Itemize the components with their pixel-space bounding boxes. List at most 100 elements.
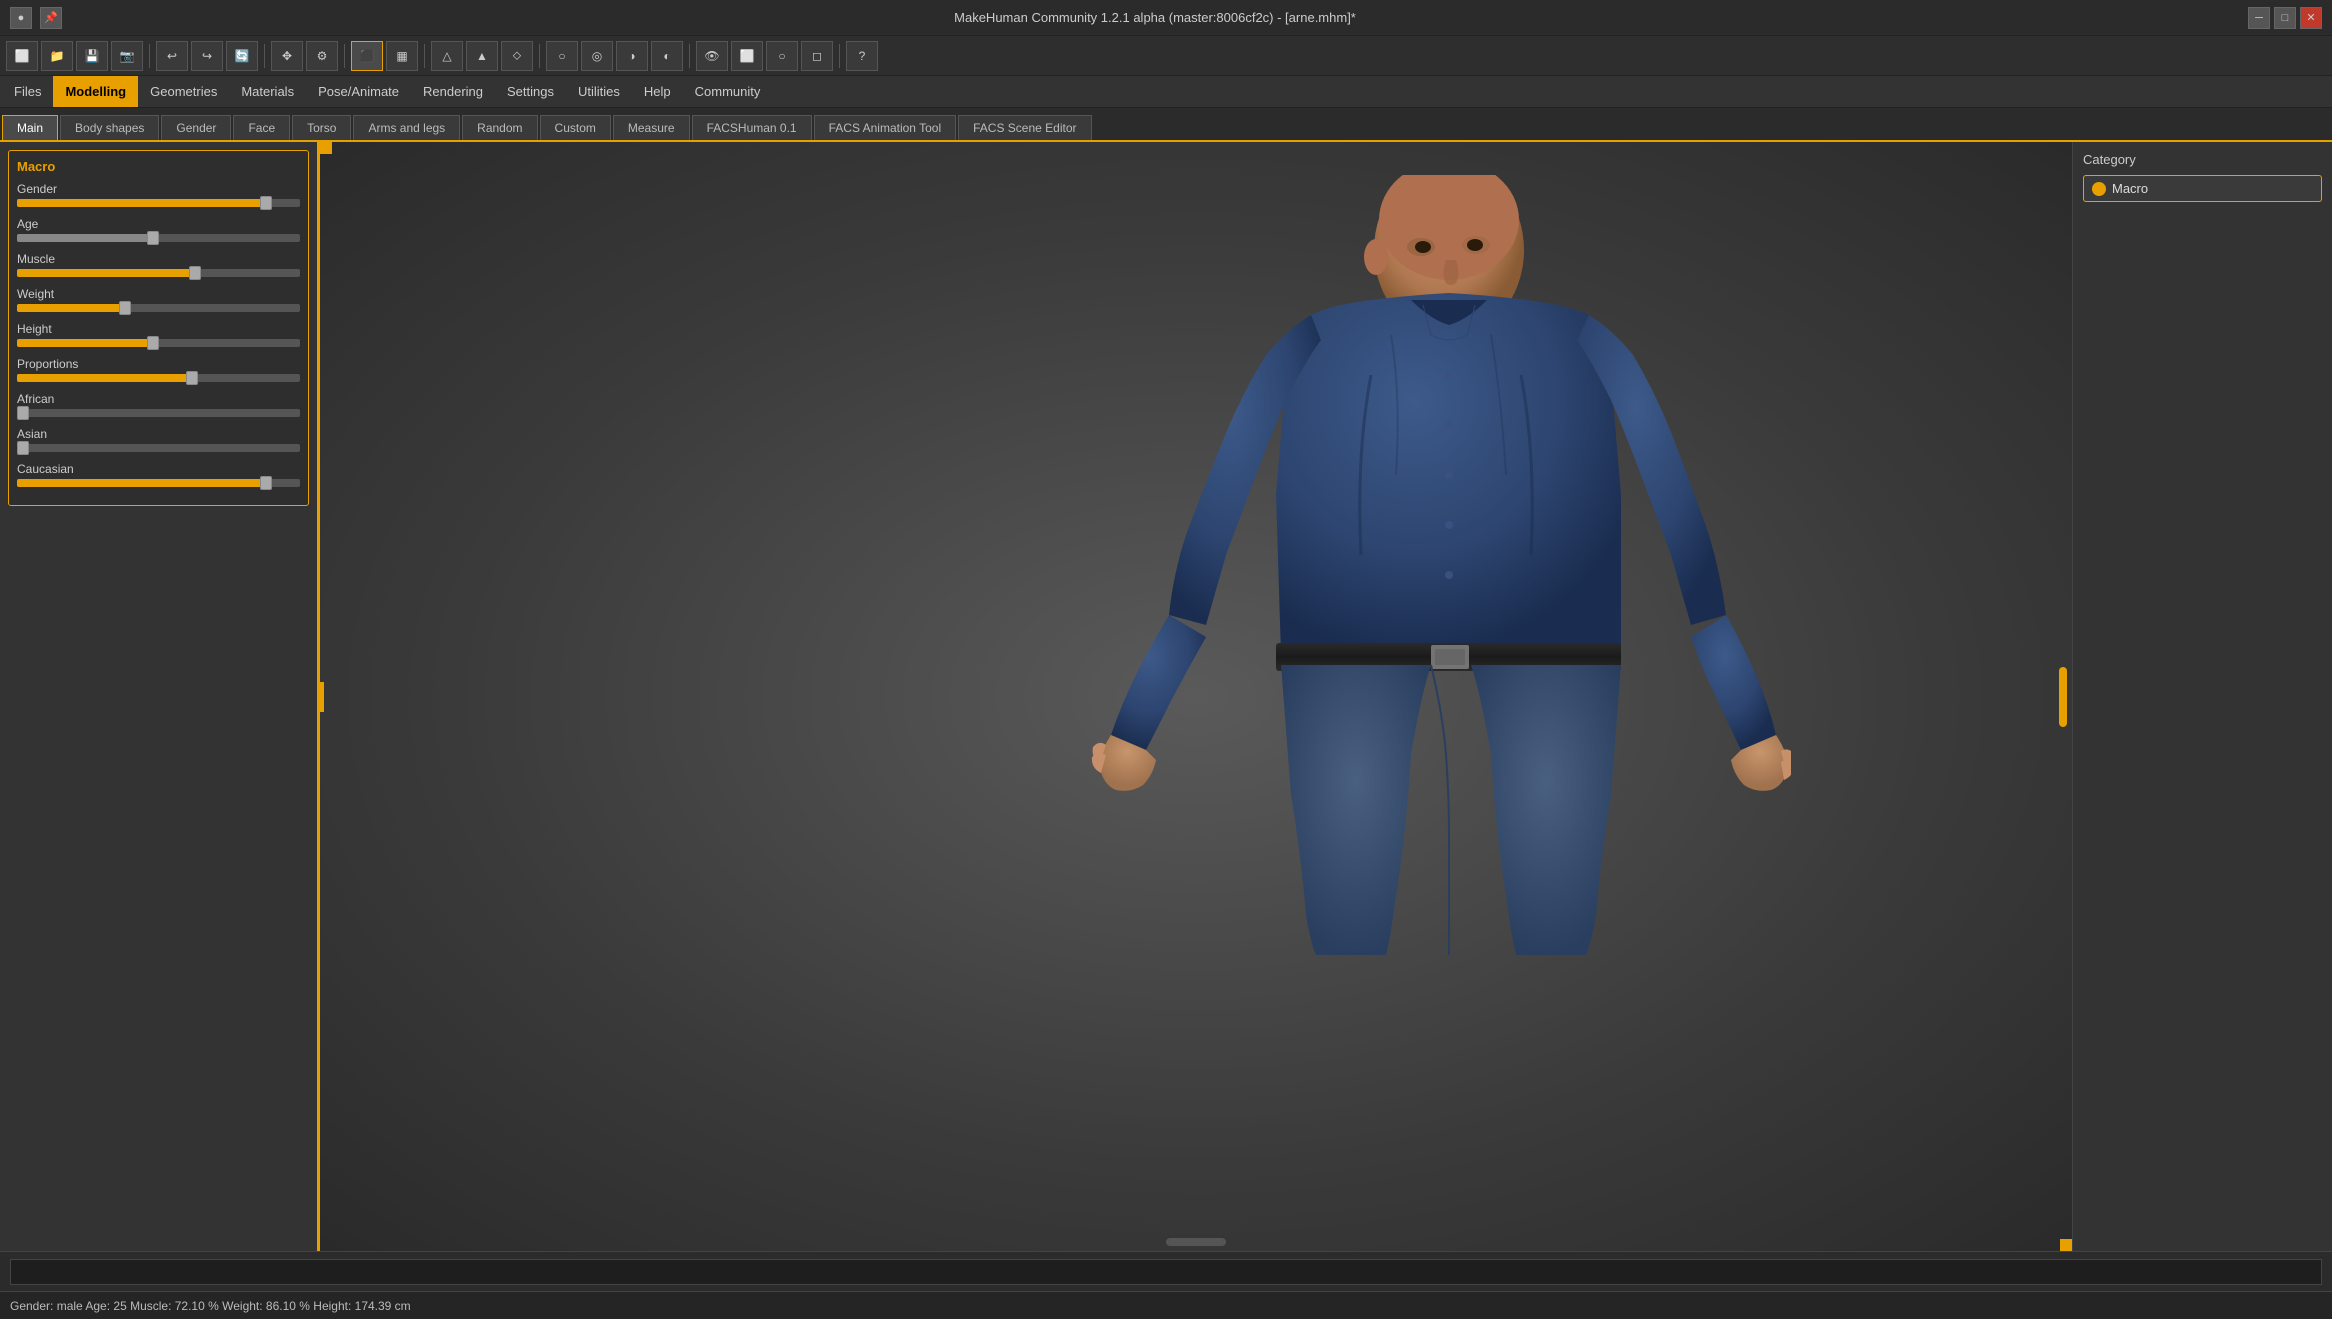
undo-button[interactable]: ↩ xyxy=(156,41,188,71)
sphere2-button[interactable]: ◎ xyxy=(581,41,613,71)
age-label: Age xyxy=(17,217,300,231)
tab-gender[interactable]: Gender xyxy=(161,115,231,140)
rotate-tool[interactable]: ⚙ xyxy=(306,41,338,71)
tri2-button[interactable]: ▲ xyxy=(466,41,498,71)
caucasian-thumb[interactable] xyxy=(260,476,272,490)
new-button[interactable]: ⬜ xyxy=(6,41,38,71)
separator4 xyxy=(424,44,425,68)
menu-files[interactable]: Files xyxy=(2,76,53,107)
grid-button[interactable]: ⬛ xyxy=(351,41,383,71)
square2-button[interactable]: ◻ xyxy=(801,41,833,71)
menu-materials[interactable]: Materials xyxy=(229,76,306,107)
proportions-track[interactable] xyxy=(17,374,300,382)
main-content: Macro Gender Age Muscle xyxy=(0,142,2332,1251)
tab-face[interactable]: Face xyxy=(233,115,290,140)
app-logo-button[interactable]: ● xyxy=(10,7,32,29)
redo-button[interactable]: ↪ xyxy=(191,41,223,71)
caucasian-track[interactable] xyxy=(17,479,300,487)
window-title: MakeHuman Community 1.2.1 alpha (master:… xyxy=(62,10,2248,25)
menu-pose-animate[interactable]: Pose/Animate xyxy=(306,76,411,107)
tab-main[interactable]: Main xyxy=(2,115,58,140)
info-input[interactable] xyxy=(10,1259,2322,1285)
save-button[interactable]: 💾 xyxy=(76,41,108,71)
gender-thumb[interactable] xyxy=(260,196,272,210)
viewport-scrollbar[interactable] xyxy=(2059,667,2067,727)
asian-thumb[interactable] xyxy=(17,441,29,455)
asian-label: Asian xyxy=(17,427,300,441)
height-thumb[interactable] xyxy=(147,336,159,350)
asian-track[interactable] xyxy=(17,444,300,452)
tab-facshuman[interactable]: FACSHuman 0.1 xyxy=(692,115,812,140)
menu-help[interactable]: Help xyxy=(632,76,683,107)
sphere1-button[interactable]: ○ xyxy=(546,41,578,71)
3d-viewport[interactable] xyxy=(320,142,2072,1251)
viewport-corner-tl xyxy=(320,142,332,154)
title-bar: ● 📌 MakeHuman Community 1.2.1 alpha (mas… xyxy=(0,0,2332,36)
menu-rendering[interactable]: Rendering xyxy=(411,76,495,107)
open-button[interactable]: 📁 xyxy=(41,41,73,71)
muscle-thumb[interactable] xyxy=(189,266,201,280)
proportions-thumb[interactable] xyxy=(186,371,198,385)
age-thumb[interactable] xyxy=(147,231,159,245)
muscle-slider-group: Muscle xyxy=(17,252,300,277)
african-track[interactable] xyxy=(17,409,300,417)
box2-button[interactable]: ⬜ xyxy=(731,41,763,71)
refresh-button[interactable]: 🔄 xyxy=(226,41,258,71)
height-fill xyxy=(17,339,153,347)
tab-torso[interactable]: Torso xyxy=(292,115,351,140)
menu-utilities[interactable]: Utilities xyxy=(566,76,632,107)
screenshot-button[interactable]: 📷 xyxy=(111,41,143,71)
tri1-button[interactable]: △ xyxy=(431,41,463,71)
tab-facs-scene[interactable]: FACS Scene Editor xyxy=(958,115,1091,140)
pin-button[interactable]: 📌 xyxy=(40,7,62,29)
category-macro-item[interactable]: Macro xyxy=(2083,175,2322,202)
height-slider-group: Height xyxy=(17,322,300,347)
grid2-button[interactable]: ▦ xyxy=(386,41,418,71)
menu-geometries[interactable]: Geometries xyxy=(138,76,229,107)
muscle-label: Muscle xyxy=(17,252,300,266)
sphere4-button[interactable]: ◐ xyxy=(651,41,683,71)
category-macro-label: Macro xyxy=(2112,181,2148,196)
height-track[interactable] xyxy=(17,339,300,347)
weight-slider-group: Weight xyxy=(17,287,300,312)
menu-modelling[interactable]: Modelling xyxy=(53,76,138,107)
tri3-button[interactable]: ⬦ xyxy=(501,41,533,71)
info-bar xyxy=(0,1251,2332,1291)
tab-custom[interactable]: Custom xyxy=(540,115,611,140)
african-thumb[interactable] xyxy=(17,406,29,420)
gender-track[interactable] xyxy=(17,199,300,207)
move-tool[interactable]: ✥ xyxy=(271,41,303,71)
tab-measure[interactable]: Measure xyxy=(613,115,690,140)
gender-label: Gender xyxy=(17,182,300,196)
age-track[interactable] xyxy=(17,234,300,242)
sphere3-button[interactable]: ◑ xyxy=(616,41,648,71)
separator7 xyxy=(839,44,840,68)
weight-track[interactable] xyxy=(17,304,300,312)
caucasian-fill xyxy=(17,479,266,487)
asian-slider-group: Asian xyxy=(17,427,300,452)
minimize-button[interactable]: ─ xyxy=(2248,7,2270,29)
tab-body-shapes[interactable]: Body shapes xyxy=(60,115,159,140)
menubar: Files Modelling Geometries Materials Pos… xyxy=(0,76,2332,108)
muscle-track[interactable] xyxy=(17,269,300,277)
maximize-button[interactable]: □ xyxy=(2274,7,2296,29)
viewport-hscrollbar[interactable] xyxy=(1166,1238,1226,1246)
separator3 xyxy=(344,44,345,68)
viewport-edge-left xyxy=(320,682,324,712)
help-button[interactable]: ? xyxy=(846,41,878,71)
macro-panel: Macro Gender Age Muscle xyxy=(8,150,309,506)
close-button[interactable]: ✕ xyxy=(2300,7,2322,29)
right-panel: Category Macro xyxy=(2072,142,2332,1251)
eye-button[interactable]: 👁 xyxy=(696,41,728,71)
tab-arms-legs[interactable]: Arms and legs xyxy=(353,115,460,140)
separator5 xyxy=(539,44,540,68)
category-title: Category xyxy=(2083,152,2322,167)
tab-random[interactable]: Random xyxy=(462,115,537,140)
weight-thumb[interactable] xyxy=(119,301,131,315)
circle2-button[interactable]: ○ xyxy=(766,41,798,71)
tab-facs-animation[interactable]: FACS Animation Tool xyxy=(814,115,957,140)
status-text: Gender: male Age: 25 Muscle: 72.10 % Wei… xyxy=(10,1299,411,1313)
menu-community[interactable]: Community xyxy=(683,76,773,107)
menu-settings[interactable]: Settings xyxy=(495,76,566,107)
separator6 xyxy=(689,44,690,68)
